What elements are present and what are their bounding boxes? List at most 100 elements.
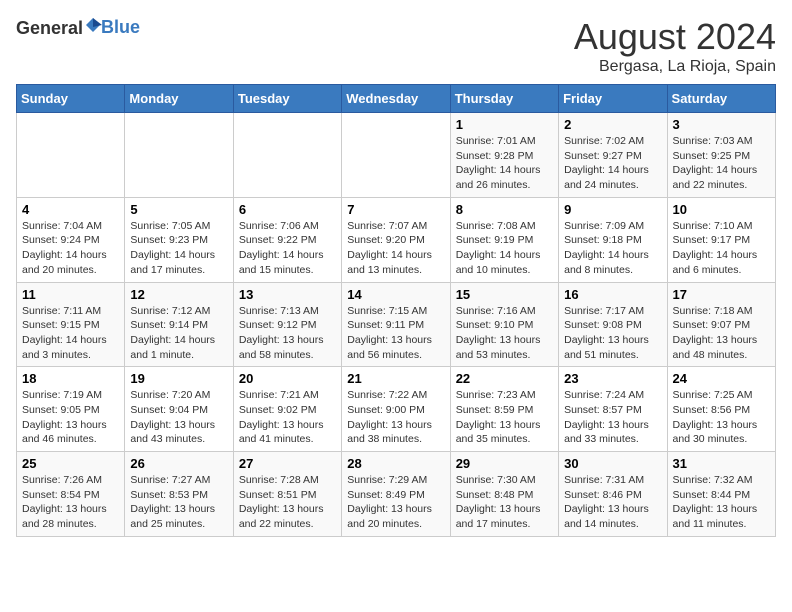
calendar-cell: 8 Sunrise: 7:08 AM Sunset: 9:19 PM Daylig… xyxy=(450,197,558,282)
day-info: Sunrise: 7:18 AM Sunset: 9:07 PM Dayligh… xyxy=(673,304,770,363)
day-number: 3 xyxy=(673,117,770,132)
day-number: 21 xyxy=(347,371,444,386)
day-number: 5 xyxy=(130,202,227,217)
logo: General Blue xyxy=(16,16,140,39)
calendar-cell: 30Sunrise: 7:31 AM Sunset: 8:46 PM Dayli… xyxy=(559,452,667,537)
page-header: General Blue August 2024 Bergasa, La Rio… xyxy=(16,16,776,76)
day-number: 10 xyxy=(673,202,770,217)
day-info: Sunrise: 7:27 AM Sunset: 8:53 PM Dayligh… xyxy=(130,473,227,532)
week-row-4: 18 Sunrise: 7:19 AM Sunset: 9:05 PM Dayli… xyxy=(17,367,776,452)
header-saturday: Saturday xyxy=(667,85,775,113)
calendar-cell: 24Sunrise: 7:25 AM Sunset: 8:56 PM Dayli… xyxy=(667,367,775,452)
day-info: Sunrise: 7:13 AM Sunset: 9:12 PM Dayligh… xyxy=(239,304,336,363)
day-number: 29 xyxy=(456,456,553,471)
day-info: Sunrise: 7:21 AM Sunset: 9:02 PM Dayligh… xyxy=(239,388,336,447)
calendar-cell xyxy=(17,113,125,198)
day-info: Sunrise: 7:31 AM Sunset: 8:46 PM Dayligh… xyxy=(564,473,661,532)
day-info: Sunrise: 7:06 AM Sunset: 9:22 PM Dayligh… xyxy=(239,219,336,278)
header-monday: Monday xyxy=(125,85,233,113)
day-info: Sunrise: 7:11 AM Sunset: 9:15 PM Dayligh… xyxy=(22,304,119,363)
week-row-5: 25 Sunrise: 7:26 AM Sunset: 8:54 PM Dayli… xyxy=(17,452,776,537)
calendar-cell: 10 Sunrise: 7:10 AM Sunset: 9:17 PM Dayli… xyxy=(667,197,775,282)
calendar-cell xyxy=(342,113,450,198)
day-number: 13 xyxy=(239,287,336,302)
day-number: 2 xyxy=(564,117,661,132)
day-info: Sunrise: 7:05 AM Sunset: 9:23 PM Dayligh… xyxy=(130,219,227,278)
calendar-cell xyxy=(233,113,341,198)
day-number: 28 xyxy=(347,456,444,471)
week-row-1: 1 Sunrise: 7:01 AM Sunset: 9:28 PM Daylig… xyxy=(17,113,776,198)
calendar-cell: 21 Sunrise: 7:22 AM Sunset: 9:00 PM Dayli… xyxy=(342,367,450,452)
calendar-cell: 5 Sunrise: 7:05 AM Sunset: 9:23 PM Daylig… xyxy=(125,197,233,282)
day-number: 25 xyxy=(22,456,119,471)
day-info: Sunrise: 7:03 AM Sunset: 9:25 PM Dayligh… xyxy=(673,134,770,193)
day-info: Sunrise: 7:22 AM Sunset: 9:00 PM Dayligh… xyxy=(347,388,444,447)
calendar-cell: 9Sunrise: 7:09 AM Sunset: 9:18 PM Daylig… xyxy=(559,197,667,282)
weekday-row: Sunday Monday Tuesday Wednesday Thursday… xyxy=(17,85,776,113)
day-number: 1 xyxy=(456,117,553,132)
day-number: 18 xyxy=(22,371,119,386)
calendar-cell: 28 Sunrise: 7:29 AM Sunset: 8:49 PM Dayli… xyxy=(342,452,450,537)
calendar-cell: 15Sunrise: 7:16 AM Sunset: 9:10 PM Dayli… xyxy=(450,282,558,367)
header-sunday: Sunday xyxy=(17,85,125,113)
day-info: Sunrise: 7:29 AM Sunset: 8:49 PM Dayligh… xyxy=(347,473,444,532)
day-info: Sunrise: 7:08 AM Sunset: 9:19 PM Dayligh… xyxy=(456,219,553,278)
day-info: Sunrise: 7:30 AM Sunset: 8:48 PM Dayligh… xyxy=(456,473,553,532)
calendar-cell: 2 Sunrise: 7:02 AM Sunset: 9:27 PM Daylig… xyxy=(559,113,667,198)
logo-icon xyxy=(84,16,102,34)
calendar-header: Sunday Monday Tuesday Wednesday Thursday… xyxy=(17,85,776,113)
day-info: Sunrise: 7:24 AM Sunset: 8:57 PM Dayligh… xyxy=(564,388,661,447)
day-number: 22 xyxy=(456,371,553,386)
calendar-cell: 19 Sunrise: 7:20 AM Sunset: 9:04 PM Dayli… xyxy=(125,367,233,452)
calendar-cell: 11 Sunrise: 7:11 AM Sunset: 9:15 PM Dayli… xyxy=(17,282,125,367)
day-number: 17 xyxy=(673,287,770,302)
day-info: Sunrise: 7:02 AM Sunset: 9:27 PM Dayligh… xyxy=(564,134,661,193)
logo-general-text: General xyxy=(16,18,83,38)
day-info: Sunrise: 7:09 AM Sunset: 9:18 PM Dayligh… xyxy=(564,219,661,278)
calendar-cell: 23 Sunrise: 7:24 AM Sunset: 8:57 PM Dayli… xyxy=(559,367,667,452)
calendar-cell: 29 Sunrise: 7:30 AM Sunset: 8:48 PM Dayli… xyxy=(450,452,558,537)
header-thursday: Thursday xyxy=(450,85,558,113)
day-info: Sunrise: 7:32 AM Sunset: 8:44 PM Dayligh… xyxy=(673,473,770,532)
logo-blue-text: Blue xyxy=(101,17,140,37)
day-number: 14 xyxy=(347,287,444,302)
day-number: 23 xyxy=(564,371,661,386)
day-number: 16 xyxy=(564,287,661,302)
day-number: 11 xyxy=(22,287,119,302)
day-number: 19 xyxy=(130,371,227,386)
day-number: 4 xyxy=(22,202,119,217)
month-year-title: August 2024 xyxy=(574,16,776,58)
day-info: Sunrise: 7:01 AM Sunset: 9:28 PM Dayligh… xyxy=(456,134,553,193)
calendar-table: Sunday Monday Tuesday Wednesday Thursday… xyxy=(16,84,776,537)
day-info: Sunrise: 7:25 AM Sunset: 8:56 PM Dayligh… xyxy=(673,388,770,447)
day-info: Sunrise: 7:19 AM Sunset: 9:05 PM Dayligh… xyxy=(22,388,119,447)
calendar-cell: 4Sunrise: 7:04 AM Sunset: 9:24 PM Daylig… xyxy=(17,197,125,282)
calendar-cell: 31 Sunrise: 7:32 AM Sunset: 8:44 PM Dayli… xyxy=(667,452,775,537)
day-number: 12 xyxy=(130,287,227,302)
calendar-cell: 13 Sunrise: 7:13 AM Sunset: 9:12 PM Dayli… xyxy=(233,282,341,367)
day-number: 15 xyxy=(456,287,553,302)
day-number: 7 xyxy=(347,202,444,217)
week-row-2: 4Sunrise: 7:04 AM Sunset: 9:24 PM Daylig… xyxy=(17,197,776,282)
calendar-body: 1 Sunrise: 7:01 AM Sunset: 9:28 PM Daylig… xyxy=(17,113,776,537)
calendar-cell: 6 Sunrise: 7:06 AM Sunset: 9:22 PM Daylig… xyxy=(233,197,341,282)
day-number: 8 xyxy=(456,202,553,217)
day-info: Sunrise: 7:07 AM Sunset: 9:20 PM Dayligh… xyxy=(347,219,444,278)
day-info: Sunrise: 7:15 AM Sunset: 9:11 PM Dayligh… xyxy=(347,304,444,363)
day-number: 20 xyxy=(239,371,336,386)
calendar-cell: 25 Sunrise: 7:26 AM Sunset: 8:54 PM Dayli… xyxy=(17,452,125,537)
calendar-cell: 20 Sunrise: 7:21 AM Sunset: 9:02 PM Dayli… xyxy=(233,367,341,452)
calendar-cell: 18 Sunrise: 7:19 AM Sunset: 9:05 PM Dayli… xyxy=(17,367,125,452)
calendar-cell: 27Sunrise: 7:28 AM Sunset: 8:51 PM Dayli… xyxy=(233,452,341,537)
header-friday: Friday xyxy=(559,85,667,113)
day-number: 6 xyxy=(239,202,336,217)
calendar-cell: 14 Sunrise: 7:15 AM Sunset: 9:11 PM Dayli… xyxy=(342,282,450,367)
day-info: Sunrise: 7:28 AM Sunset: 8:51 PM Dayligh… xyxy=(239,473,336,532)
day-number: 31 xyxy=(673,456,770,471)
day-info: Sunrise: 7:10 AM Sunset: 9:17 PM Dayligh… xyxy=(673,219,770,278)
calendar-cell: 1 Sunrise: 7:01 AM Sunset: 9:28 PM Daylig… xyxy=(450,113,558,198)
day-info: Sunrise: 7:26 AM Sunset: 8:54 PM Dayligh… xyxy=(22,473,119,532)
day-info: Sunrise: 7:20 AM Sunset: 9:04 PM Dayligh… xyxy=(130,388,227,447)
calendar-cell xyxy=(125,113,233,198)
calendar-cell: 26Sunrise: 7:27 AM Sunset: 8:53 PM Dayli… xyxy=(125,452,233,537)
